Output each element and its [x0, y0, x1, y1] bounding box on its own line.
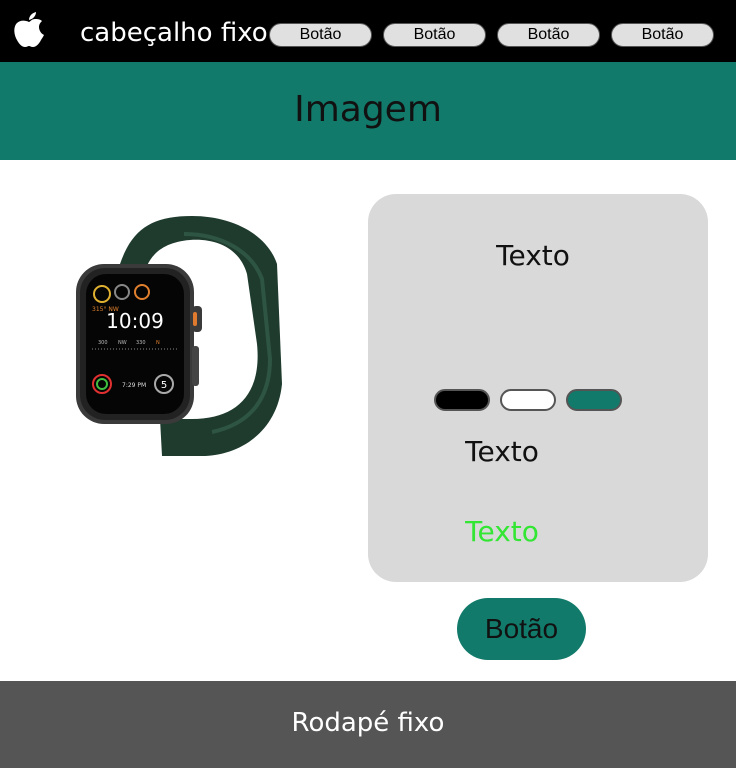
product-image: 10:09 315° NW 300 NW 330 N 7:29 PM 5: [72, 194, 284, 466]
watch-scale-label: 300: [98, 340, 108, 346]
card-text: Texto: [465, 435, 539, 468]
fixed-header: cabeçalho fixo Botão Botão Botão Botão: [0, 0, 736, 62]
main-button[interactable]: Botão: [457, 598, 586, 660]
nav-button-4[interactable]: Botão: [611, 23, 714, 47]
product-card: Texto Texto Texto: [368, 194, 708, 582]
fixed-footer: Rodapé fixo: [0, 681, 736, 768]
watch-heading: 315° NW: [92, 306, 119, 313]
smartwatch-icon: 10:09 315° NW 300 NW 330 N 7:29 PM 5: [76, 216, 282, 456]
watch-scale-label: 330: [136, 340, 146, 346]
watch-scale-label: NW: [118, 340, 127, 346]
card-highlight-text: Texto: [465, 515, 539, 548]
watch-bottom-value: 7:29 PM: [122, 382, 146, 389]
image-banner: Imagem: [0, 62, 736, 160]
color-option-green[interactable]: [566, 389, 622, 411]
banner-text: Imagem: [294, 89, 442, 130]
nav-button-1[interactable]: Botão: [269, 23, 372, 47]
footer-text: Rodapé fixo: [291, 708, 445, 738]
watch-scale-label: N: [156, 340, 160, 346]
header-title: cabeçalho fixo: [80, 18, 268, 48]
color-option-white[interactable]: [500, 389, 556, 411]
card-title: Texto: [496, 239, 570, 272]
nav-button-2[interactable]: Botão: [383, 23, 486, 47]
watch-bottom-value: 5: [161, 380, 167, 391]
color-option-black[interactable]: [434, 389, 490, 411]
nav-button-3[interactable]: Botão: [497, 23, 600, 47]
apple-logo-icon[interactable]: [12, 11, 46, 49]
